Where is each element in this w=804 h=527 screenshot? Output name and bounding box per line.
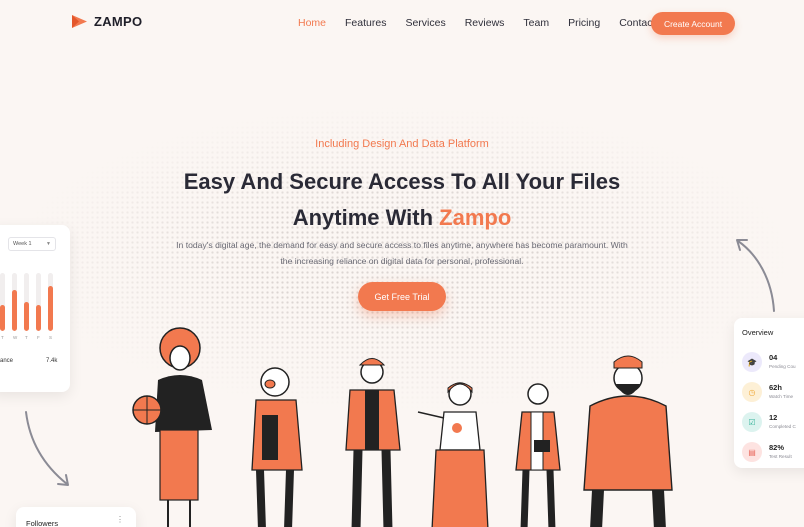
hero-title-accent: Zampo (439, 205, 512, 230)
nav-item-contact[interactable]: Contact (619, 17, 655, 29)
graduation-cap-icon: 🎓 (742, 352, 762, 372)
nav-item-team[interactable]: Team (523, 17, 549, 29)
curved-arrow-icon (736, 239, 775, 312)
bar (24, 273, 29, 331)
person-basketball-illustration (132, 327, 212, 527)
team-illustration (132, 327, 673, 527)
bar-fill (48, 285, 53, 331)
overview-label: Test Result (769, 454, 792, 459)
person-orange-hat-illustration (345, 358, 401, 527)
overview-item-pending[interactable]: 🎓 04 Pending Cou (742, 352, 804, 374)
week-select-value: Week 1 (13, 241, 32, 247)
overview-title: Overview (742, 328, 774, 337)
hero-eyebrow: Including Design And Data Platform (315, 138, 489, 150)
followers-card: Followers ⋮ (16, 507, 136, 527)
weekly-bars (0, 273, 60, 331)
bar-fill (24, 302, 29, 331)
bar (0, 273, 5, 331)
overview-card: Overview 🎓 04 Pending Cou ◷ 62h Watch Ti… (734, 318, 804, 468)
hero-title: Easy And Secure Access To All Your Files… (0, 164, 804, 236)
overview-item-test-result[interactable]: ▤ 82% Test Result (742, 442, 804, 464)
chevron-down-icon: ▼ (46, 241, 51, 247)
brand-logo[interactable]: ZAMPO (71, 14, 142, 29)
nav-item-home[interactable]: Home (298, 17, 326, 29)
hero-title-line1: Easy And Secure Access To All Your Files (183, 169, 621, 194)
curved-arrow-icon (25, 411, 69, 486)
person-pig-mask-illustration (251, 367, 303, 527)
person-pointing-girl-illustration (417, 382, 489, 527)
clipboard-icon: ▤ (742, 442, 762, 462)
hero-title-line2-prefix: Anytime With (292, 205, 440, 230)
bar-fill (36, 304, 41, 331)
hero-description: In today's digital age, the demand for e… (176, 240, 628, 266)
person-bearded-hoodie-illustration (583, 355, 673, 527)
overview-value: 62h (769, 383, 782, 392)
overview-label: Pending Cou (769, 364, 796, 369)
bar-fill (0, 304, 5, 331)
person-with-sign-illustration (515, 383, 561, 527)
nav-item-reviews[interactable]: Reviews (465, 17, 505, 29)
bar-label: T (25, 335, 28, 340)
bar-label: W (13, 335, 18, 340)
bar-label: T (1, 335, 4, 340)
brand-name: ZAMPO (94, 14, 143, 29)
bar (36, 273, 41, 331)
overview-value: 04 (769, 353, 778, 362)
main-nav: Home Features Services Reviews Team Pric… (298, 17, 674, 29)
stat-label: ance (0, 358, 14, 364)
bar-label: F (37, 335, 40, 340)
bar-fill (12, 290, 17, 331)
overview-value: 12 (769, 413, 778, 422)
bar-label: S (49, 335, 53, 340)
nav-item-features[interactable]: Features (345, 17, 386, 29)
overview-value: 82% (769, 443, 785, 452)
create-account-button[interactable]: Create Account (651, 12, 735, 35)
week-select[interactable]: Week 1 ▼ (8, 237, 56, 251)
get-free-trial-button[interactable]: Get Free Trial (358, 282, 446, 311)
bar (48, 273, 53, 331)
bar (12, 273, 17, 331)
site-header: ZAMPO Home Features Services Reviews Tea… (0, 0, 804, 46)
overview-label: Watch Time (769, 394, 794, 399)
checklist-icon: ☑ (742, 412, 762, 432)
overview-item-watch-time[interactable]: ◷ 62h Watch Time (742, 382, 804, 404)
overview-label: Completed C (769, 424, 796, 429)
clock-icon: ◷ (742, 382, 762, 402)
overview-item-completed[interactable]: ☑ 12 Completed C (742, 412, 804, 434)
play-logo-icon (72, 15, 87, 28)
nav-item-services[interactable]: Services (405, 17, 445, 29)
weekly-chart-card: Week 1 ▼ T W T F S ance 7.4k (0, 225, 70, 392)
stat-value: 7.4k (46, 358, 58, 364)
followers-title: Followers (26, 519, 59, 527)
nav-item-pricing[interactable]: Pricing (568, 17, 600, 29)
